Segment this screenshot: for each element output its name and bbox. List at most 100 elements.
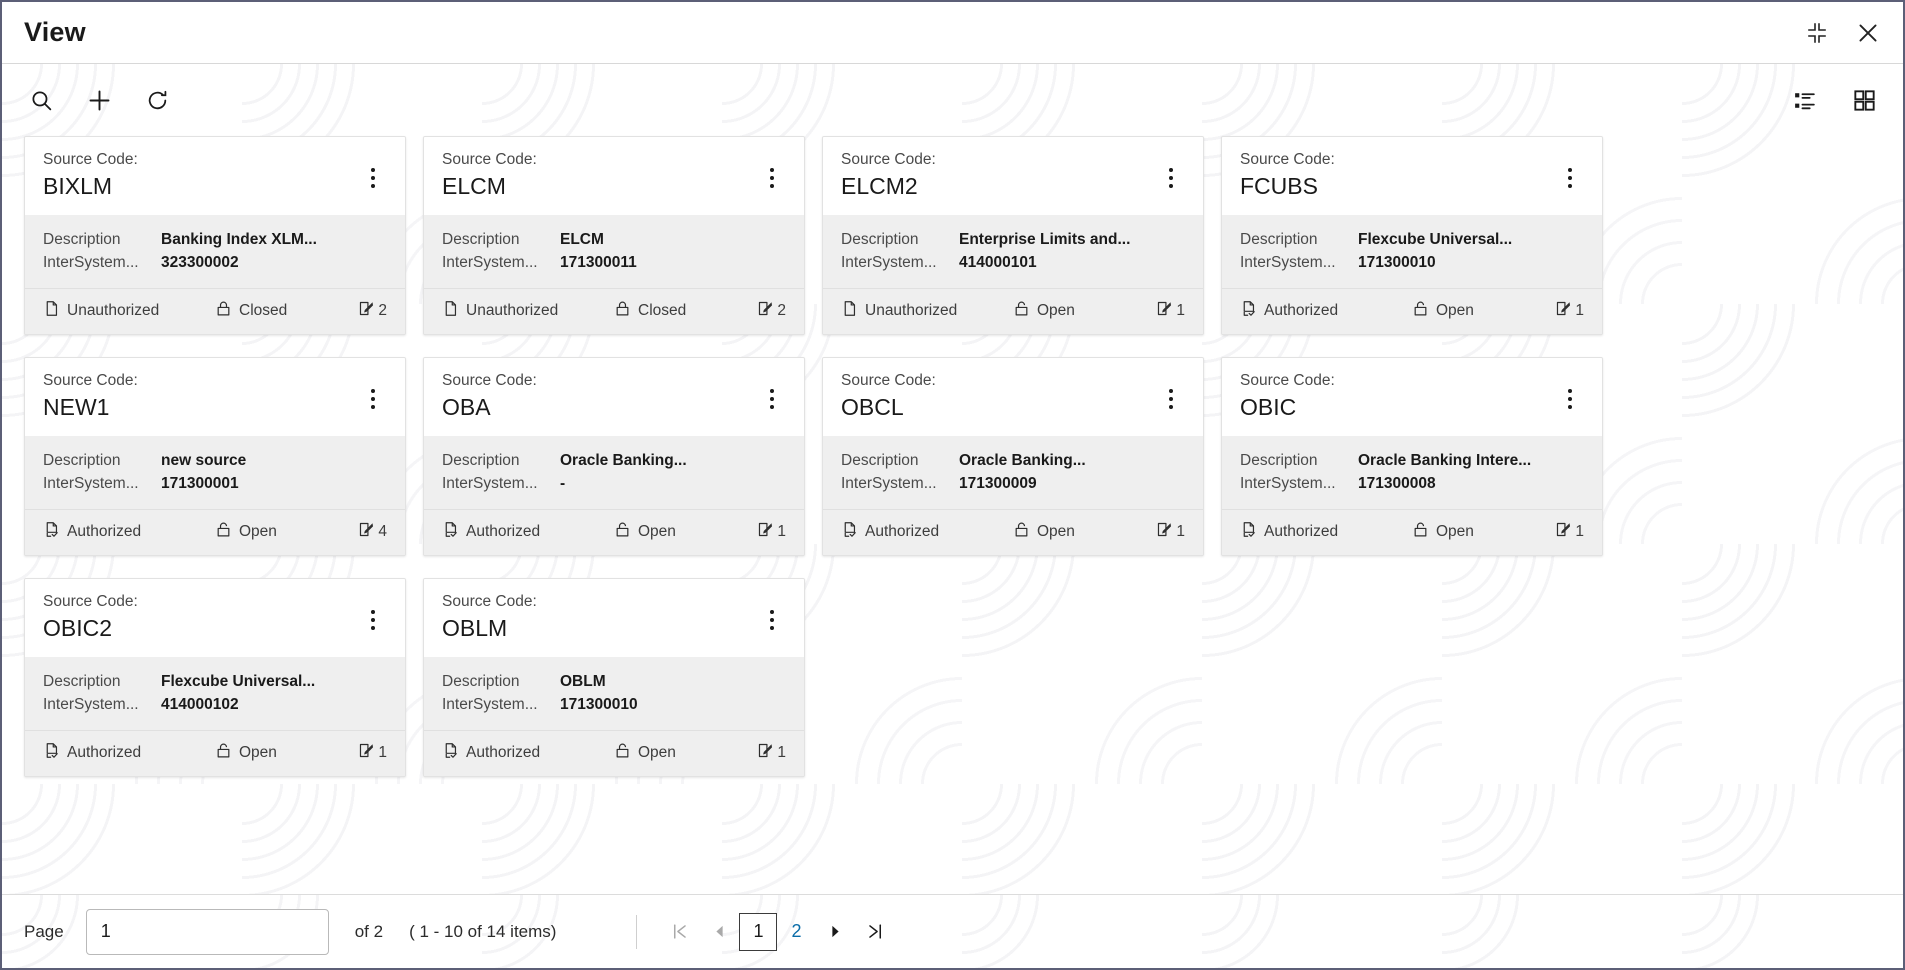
lock-status-label: Open — [638, 744, 676, 761]
intersystem-label: InterSystem... — [43, 696, 139, 713]
lock-status-label: Open — [1436, 523, 1474, 540]
auth-status-label: Unauthorized — [865, 302, 958, 319]
card-status-footer: Unauthorized Closed 2 — [25, 289, 405, 334]
toolbar-left-group — [24, 83, 174, 117]
source-code-card[interactable]: Source Code: ELCM Description ELCM InterSyst… — [423, 136, 805, 335]
lock-status: Open — [215, 742, 358, 764]
edit-count-label: 2 — [777, 302, 786, 319]
next-page-icon[interactable] — [815, 912, 855, 952]
source-code-card[interactable]: Source Code: OBIC2 Description Flexcube Uni… — [24, 578, 406, 777]
card-details: Description Oracle Banking... InterSystem.… — [424, 436, 804, 510]
page-number-2[interactable]: 2 — [777, 913, 815, 951]
description-value: Oracle Banking... — [560, 452, 687, 469]
card-menu-icon[interactable] — [758, 381, 786, 417]
auth-status-label: Authorized — [1264, 302, 1339, 319]
card-menu-icon[interactable] — [1556, 160, 1584, 196]
lock-status: Open — [1412, 300, 1555, 322]
lock-status-label: Open — [1037, 523, 1075, 540]
source-code-label: Source Code: — [1240, 151, 1335, 168]
card-header-texts: Source Code: FCUBS — [1240, 150, 1556, 201]
document-icon — [841, 300, 858, 322]
intersystem-label: InterSystem... — [43, 475, 139, 492]
list-view-icon[interactable] — [1787, 83, 1821, 117]
description-value: Oracle Banking Intere... — [1358, 452, 1532, 469]
lock-open-icon — [1013, 521, 1030, 543]
lock-status: Open — [215, 521, 358, 543]
auth-status-label: Authorized — [67, 523, 142, 540]
source-code-card[interactable]: Source Code: BIXLM Description Banking Inde… — [24, 136, 406, 335]
card-status-footer: Unauthorized Open 1 — [823, 289, 1203, 334]
card-menu-icon[interactable] — [359, 160, 387, 196]
page-number-1[interactable]: 1 — [739, 912, 778, 951]
add-icon[interactable] — [82, 83, 116, 117]
intersystem-value: 414000101 — [959, 254, 1037, 271]
card-status-footer: Authorized Open 1 — [1222, 510, 1602, 555]
card-menu-icon[interactable] — [1157, 160, 1185, 196]
card-details: Description Banking Index XLM... InterSyst… — [25, 215, 405, 289]
card-status-footer: Authorized Open 1 — [25, 731, 405, 776]
edit-icon — [1156, 300, 1173, 322]
card-menu-icon[interactable] — [359, 381, 387, 417]
source-code-card[interactable]: Source Code: OBLM Description OBLM InterSyst… — [423, 578, 805, 777]
card-header: Source Code: OBA — [424, 358, 804, 436]
card-menu-icon[interactable] — [359, 602, 387, 638]
prev-page-icon[interactable] — [699, 912, 739, 952]
card-menu-icon[interactable] — [758, 160, 786, 196]
description-row: Description Oracle Banking... — [442, 449, 786, 472]
source-code-label: Source Code: — [442, 372, 537, 389]
source-code-card-grid: Source Code: BIXLM Description Banking Inde… — [2, 136, 1903, 777]
description-label: Description — [442, 673, 520, 690]
card-header-texts: Source Code: OBLM — [442, 592, 758, 643]
description-value: ELCM — [560, 231, 604, 248]
source-code-card[interactable]: Source Code: OBCL Description Oracle Bankin… — [822, 357, 1204, 556]
auth-status-label: Authorized — [67, 744, 142, 761]
modification-count: 1 — [1555, 300, 1584, 322]
description-row: Description Oracle Banking... — [841, 449, 1185, 472]
grid-view-icon[interactable] — [1847, 83, 1881, 117]
last-page-icon[interactable] — [855, 912, 895, 952]
card-menu-icon[interactable] — [1556, 381, 1584, 417]
description-label: Description — [841, 231, 919, 248]
lock-closed-icon — [614, 300, 631, 322]
source-code-card[interactable]: Source Code: OBA Description Oracle Banking… — [423, 357, 805, 556]
page-input[interactable] — [85, 908, 329, 955]
edit-count-label: 1 — [1176, 302, 1185, 319]
auth-status-label: Authorized — [466, 744, 541, 761]
lock-open-icon — [1412, 521, 1429, 543]
description-label: Description — [43, 231, 121, 248]
edit-count-label: 2 — [378, 302, 387, 319]
auth-status: Authorized — [442, 521, 614, 543]
source-code-card[interactable]: Source Code: NEW1 Description new source Int… — [24, 357, 406, 556]
window-controls — [1805, 20, 1881, 46]
card-menu-icon[interactable] — [758, 602, 786, 638]
lock-open-icon — [215, 742, 232, 764]
card-menu-icon[interactable] — [1157, 381, 1185, 417]
intersystem-row: InterSystem... 171300008 — [1240, 472, 1584, 495]
source-code-card[interactable]: Source Code: FCUBS Description Flexcube Uni… — [1221, 136, 1603, 335]
source-code-card[interactable]: Source Code: OBIC Description Oracle Bankin… — [1221, 357, 1603, 556]
source-code-value: ELCM2 — [841, 173, 918, 199]
search-icon[interactable] — [24, 83, 58, 117]
document-check-icon — [43, 521, 60, 543]
first-page-icon[interactable] — [659, 912, 699, 952]
intersystem-row: InterSystem... 171300010 — [442, 693, 786, 716]
source-code-card[interactable]: Source Code: ELCM2 Description Enterprise L… — [822, 136, 1204, 335]
description-row: Description Flexcube Universal... — [43, 670, 387, 693]
collapse-icon[interactable] — [1805, 21, 1829, 45]
description-label: Description — [43, 673, 121, 690]
source-code-value: BIXLM — [43, 173, 113, 199]
intersystem-row: InterSystem... 414000101 — [841, 251, 1185, 274]
card-details: Description OBLM InterSystem... 171300010 — [424, 657, 804, 731]
description-value: Banking Index XLM... — [161, 231, 317, 248]
auth-status: Authorized — [43, 521, 215, 543]
intersystem-label: InterSystem... — [442, 475, 538, 492]
lock-open-icon — [614, 521, 631, 543]
refresh-icon[interactable] — [140, 83, 174, 117]
source-code-label: Source Code: — [841, 372, 936, 389]
lock-open-icon — [614, 742, 631, 764]
toolbar-right-group — [1787, 83, 1881, 117]
card-header-texts: Source Code: ELCM2 — [841, 150, 1157, 201]
close-icon[interactable] — [1855, 20, 1881, 46]
description-value: Flexcube Universal... — [1358, 231, 1513, 248]
source-code-label: Source Code: — [841, 151, 936, 168]
